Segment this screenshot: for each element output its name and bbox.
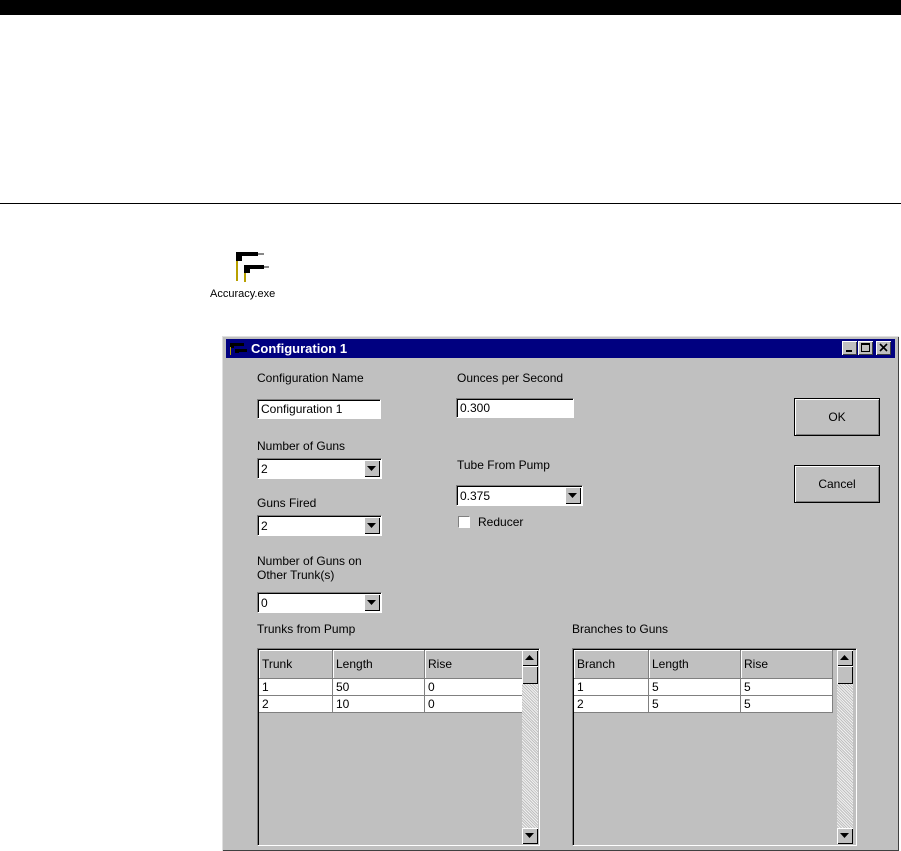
arrow-up-icon <box>840 655 849 660</box>
trunks-grid[interactable]: Trunk Length Rise 1 50 0 2 10 0 <box>257 648 540 846</box>
chevron-down-icon <box>568 493 577 498</box>
tube-dropdown-button[interactable] <box>565 487 581 504</box>
cell-length[interactable]: 50 <box>332 678 425 696</box>
tube-label: Tube From Pump <box>457 458 550 472</box>
maximize-button[interactable] <box>858 341 873 355</box>
accuracy-app-icon <box>236 252 269 282</box>
num-guns-dropdown-button[interactable] <box>364 460 380 477</box>
cell-length[interactable]: 10 <box>332 695 425 713</box>
cancel-button[interactable]: Cancel <box>794 465 880 503</box>
cell-trunk[interactable]: 2 <box>259 695 333 713</box>
num-guns-label: Number of Guns <box>257 439 346 453</box>
scroll-up-button[interactable] <box>522 650 538 666</box>
guns-fired-value: 2 <box>261 519 268 533</box>
config-name-label: Configuration Name <box>257 371 364 385</box>
guns-fired-dropdown-button[interactable] <box>364 517 380 534</box>
trunks-table: Trunk Length Rise 1 50 0 2 10 0 <box>259 650 529 713</box>
cell-length[interactable]: 5 <box>648 695 741 713</box>
reducer-checkbox[interactable] <box>458 516 470 528</box>
cell-rise[interactable]: 5 <box>740 695 833 713</box>
reducer-label: Reducer <box>478 515 524 529</box>
config-name-input[interactable]: Configuration 1 <box>257 399 381 419</box>
trunks-header-row: Trunk Length Rise <box>259 650 529 679</box>
chevron-down-icon <box>367 466 376 471</box>
column-header-branch[interactable]: Branch <box>574 650 649 679</box>
scroll-up-button[interactable] <box>837 650 853 666</box>
ounces-label: Ounces per Second <box>457 371 564 385</box>
cell-branch[interactable]: 1 <box>574 678 649 696</box>
scroll-thumb[interactable] <box>522 666 538 684</box>
desktop-icon-accuracy[interactable]: Accuracy.exe <box>210 246 306 306</box>
title-bar[interactable]: Configuration 1 <box>226 339 895 358</box>
minimize-button[interactable] <box>842 341 857 355</box>
branches-scrollbar[interactable] <box>837 650 853 844</box>
ounces-input[interactable]: 0.300 <box>456 398 574 418</box>
configuration-dialog: Configuration 1 Configuration Name Confi… <box>222 336 899 851</box>
trunks-scrollbar[interactable] <box>522 650 538 844</box>
num-guns-value: 2 <box>261 462 268 476</box>
scroll-thumb[interactable] <box>837 666 853 684</box>
trunks-label: Trunks from Pump <box>257 622 356 636</box>
num-guns-select[interactable]: 2 <box>257 458 382 479</box>
close-button[interactable] <box>876 341 891 355</box>
chevron-down-icon <box>367 523 376 528</box>
branches-grid[interactable]: Branch Length Rise 1 5 5 2 5 5 <box>572 648 857 846</box>
other-trunk-dropdown-button[interactable] <box>364 594 380 611</box>
cell-rise[interactable]: 0 <box>424 678 529 696</box>
scroll-down-button[interactable] <box>522 828 538 844</box>
table-row[interactable]: 1 5 5 <box>574 678 833 696</box>
chevron-down-icon <box>367 600 376 605</box>
column-header-trunk[interactable]: Trunk <box>259 650 333 679</box>
window-title: Configuration 1 <box>251 341 348 356</box>
app-icon <box>230 343 247 355</box>
minimize-icon <box>846 350 852 352</box>
arrow-up-icon <box>525 655 534 660</box>
top-black-bar <box>0 0 901 15</box>
guns-fired-select[interactable]: 2 <box>257 515 382 536</box>
table-row[interactable]: 1 50 0 <box>259 678 529 696</box>
column-header-length[interactable]: Length <box>332 650 425 679</box>
cell-branch[interactable]: 2 <box>574 695 649 713</box>
branches-header-row: Branch Length Rise <box>574 650 833 679</box>
other-trunk-label-line2: Other Trunk(s) <box>257 568 335 582</box>
cell-rise[interactable]: 5 <box>740 678 833 696</box>
horizontal-rule <box>0 203 901 204</box>
branches-table: Branch Length Rise 1 5 5 2 5 5 <box>574 650 833 713</box>
tube-value: 0.375 <box>460 489 491 503</box>
other-trunk-select[interactable]: 0 <box>257 592 382 613</box>
column-header-length[interactable]: Length <box>648 650 741 679</box>
guns-fired-label: Guns Fired <box>257 496 317 510</box>
maximize-icon <box>861 343 870 352</box>
arrow-down-icon <box>525 833 534 838</box>
column-header-rise[interactable]: Rise <box>424 650 529 679</box>
table-row[interactable]: 2 10 0 <box>259 695 529 713</box>
cell-length[interactable]: 5 <box>648 678 741 696</box>
arrow-down-icon <box>840 833 849 838</box>
desktop-icon-label: Accuracy.exe <box>210 288 276 300</box>
tube-select[interactable]: 0.375 <box>456 485 583 506</box>
other-trunk-value: 0 <box>261 596 268 610</box>
branches-label: Branches to Guns <box>572 622 669 636</box>
column-header-rise[interactable]: Rise <box>740 650 833 679</box>
table-row[interactable]: 2 5 5 <box>574 695 833 713</box>
cell-trunk[interactable]: 1 <box>259 678 333 696</box>
ok-button[interactable]: OK <box>794 398 880 436</box>
close-icon <box>879 343 888 352</box>
other-trunk-label-line1: Number of Guns on <box>257 554 362 568</box>
cell-rise[interactable]: 0 <box>424 695 529 713</box>
scroll-down-button[interactable] <box>837 828 853 844</box>
